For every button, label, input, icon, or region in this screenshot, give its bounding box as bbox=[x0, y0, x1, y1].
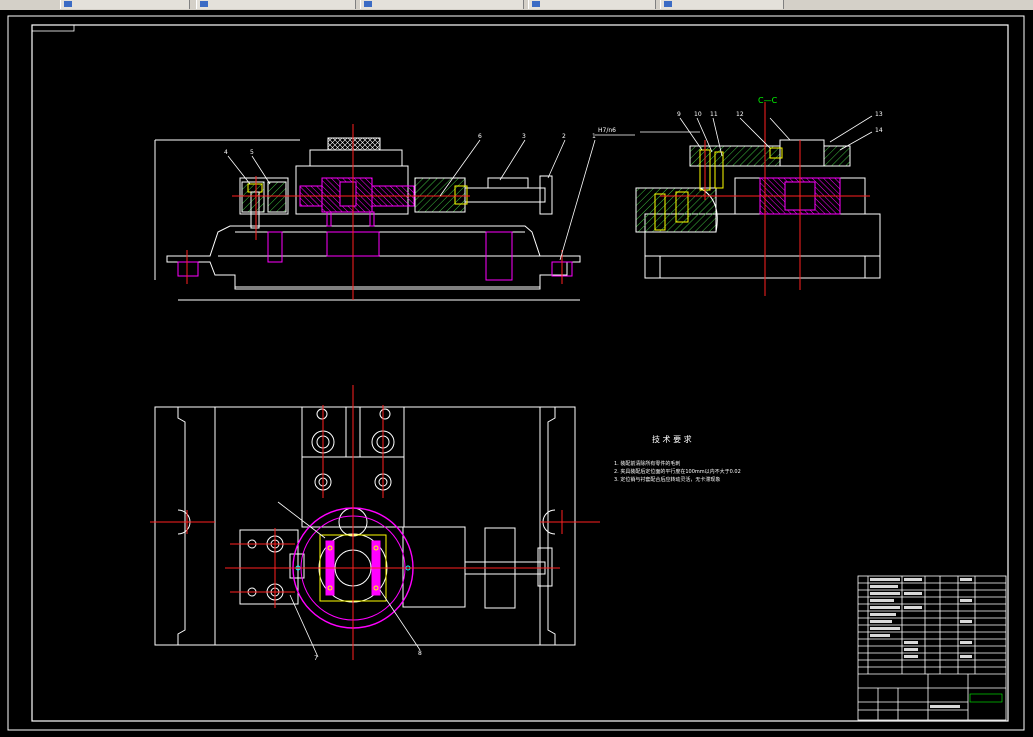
balloon-number: 8 bbox=[418, 650, 422, 657]
drawing-title-box bbox=[969, 693, 1003, 703]
taskbar-tab-1[interactable] bbox=[60, 0, 190, 9]
balloon-number: 13 bbox=[875, 111, 883, 118]
plan-view-leaders bbox=[277, 501, 421, 658]
bom-fill bbox=[870, 578, 972, 708]
balloon-number: 5 bbox=[250, 149, 254, 156]
plan-view-centerlines bbox=[150, 385, 600, 660]
taskbar-tab-4[interactable] bbox=[528, 0, 656, 9]
section-label: C—C bbox=[758, 96, 778, 105]
tech-req-title: 技 术 要 求 bbox=[652, 434, 692, 444]
taskbar-tab-3[interactable] bbox=[360, 0, 524, 9]
frame-corner-tab bbox=[31, 24, 75, 32]
window-icon bbox=[200, 1, 208, 7]
balloon-number: 11 bbox=[710, 111, 718, 118]
taskbar-tab-2[interactable] bbox=[196, 0, 356, 9]
balloon-number: 7 bbox=[314, 655, 318, 662]
balloon-number: 14 bbox=[875, 127, 883, 134]
title-block bbox=[857, 575, 1007, 721]
cad-drawing: H7/n6 4 5 6 3 2 1 C—C 9 10 11 12 13 14 7… bbox=[7, 15, 1025, 731]
technical-requirements: 技 术 要 求 1. 装配前清除所有零件的毛刺 2. 夹具装配后定位面的平行度在… bbox=[614, 434, 741, 483]
balloon-number: 12 bbox=[736, 111, 744, 118]
side-view bbox=[635, 139, 881, 279]
balloon-number: 9 bbox=[677, 111, 681, 118]
inner-frame bbox=[31, 24, 1009, 722]
balloon-number: 6 bbox=[478, 133, 482, 140]
window-icon bbox=[364, 1, 372, 7]
balloon-number: 1 bbox=[592, 133, 596, 140]
taskbar-tab-5[interactable] bbox=[660, 0, 784, 9]
balloon-number: 2 bbox=[562, 133, 566, 140]
window-icon bbox=[664, 1, 672, 7]
side-balloon-numbers: 9 10 11 12 13 14 bbox=[677, 111, 883, 134]
plan-balloon-numbers: 7 8 bbox=[314, 650, 422, 662]
fit-note: H7/n6 bbox=[598, 127, 616, 134]
balloon-number: 10 bbox=[694, 111, 702, 118]
front-view bbox=[154, 137, 581, 301]
tech-req-item: 2. 夹具装配后定位面的平行度在100mm以内不大于0.02 bbox=[614, 468, 741, 475]
plan-view bbox=[154, 406, 576, 646]
cad-drawing-canvas[interactable]: H7/n6 4 5 6 3 2 1 C—C 9 10 11 12 13 14 7… bbox=[0, 10, 1033, 733]
balloon-number: 3 bbox=[522, 133, 526, 140]
window-icon bbox=[532, 1, 540, 7]
tech-req-item: 3. 定位销与衬套配合后应转动灵活，无卡滞现象 bbox=[614, 476, 720, 483]
tech-req-item: 1. 装配前清除所有零件的毛刺 bbox=[614, 460, 680, 467]
window-icon bbox=[64, 1, 72, 7]
balloon-number: 4 bbox=[224, 149, 228, 156]
front-balloon-numbers: 4 5 6 3 2 1 bbox=[224, 133, 596, 156]
